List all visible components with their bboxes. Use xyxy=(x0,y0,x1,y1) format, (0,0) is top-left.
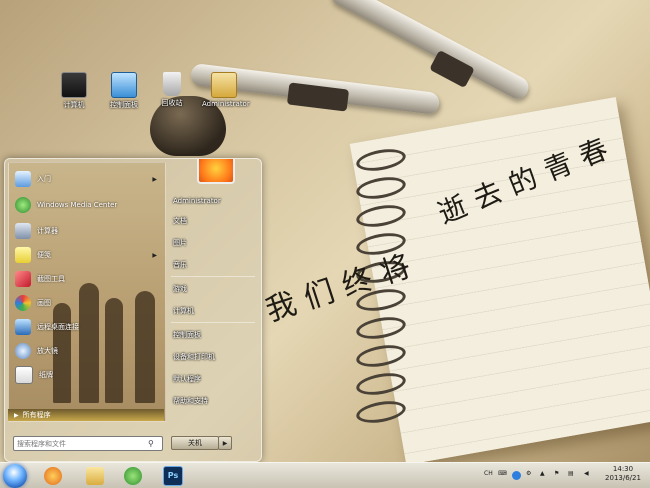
start-link-control-panel[interactable]: 控制面板 xyxy=(173,327,255,343)
start-item-calculator[interactable]: 计算器 xyxy=(11,221,163,241)
solitaire-icon xyxy=(15,366,33,384)
settings-icon[interactable]: ⚙ xyxy=(526,470,531,477)
start-item-label: 放大镜 xyxy=(37,347,58,355)
control-panel-icon xyxy=(111,72,137,98)
start-link-games[interactable]: 游戏 xyxy=(173,281,255,297)
start-menu: 入门 ▶ Windows Media Center 计算器 便笺 ▶ 截图工具 … xyxy=(4,158,262,462)
start-link-default-programs[interactable]: 默认程序 xyxy=(173,371,255,387)
remote-desktop-icon xyxy=(15,319,31,335)
start-item-label: 便笺 xyxy=(37,251,51,259)
all-programs-button[interactable]: ▶ 所有程序 xyxy=(8,409,164,421)
start-user-name[interactable]: Administrator xyxy=(173,193,255,209)
taskbar: Ps CH ⌨ ⚙ ▲ ⚑ ▤ ◀ 14:30 2013/6/21 xyxy=(0,462,650,488)
start-item-solitaire[interactable]: 纸牌 xyxy=(11,365,163,385)
start-link-music[interactable]: 音乐 xyxy=(173,257,255,273)
start-menu-separator xyxy=(171,322,255,323)
start-item-label: 纸牌 xyxy=(39,371,53,379)
start-item-magnifier[interactable]: 放大镜 xyxy=(11,341,163,361)
desktop-icon-label: 计算机 xyxy=(63,101,85,109)
user-folder-icon xyxy=(211,72,237,98)
media-player-icon xyxy=(44,466,62,485)
language-indicator[interactable]: CH xyxy=(484,470,493,477)
desktop-icon-recycle-bin[interactable]: 回收站 xyxy=(150,72,194,108)
start-item-paint[interactable]: 画图 xyxy=(11,293,163,313)
getting-started-icon xyxy=(15,171,31,187)
submenu-arrow-icon: ▶ xyxy=(152,251,157,259)
start-menu-programs-pane: 入门 ▶ Windows Media Center 计算器 便笺 ▶ 截图工具 … xyxy=(8,162,166,422)
start-item-media-center[interactable]: Windows Media Center xyxy=(11,195,163,215)
start-search-box[interactable]: ⚲ xyxy=(13,436,163,451)
action-center-icon[interactable]: ⚑ xyxy=(554,470,559,477)
clock-time: 14:30 xyxy=(612,465,634,473)
snipping-tool-icon xyxy=(15,271,31,287)
computer-icon xyxy=(61,72,87,98)
taskbar-clock[interactable]: 14:30 2013/6/21 xyxy=(604,465,642,483)
start-link-help-support[interactable]: 帮助和支持 xyxy=(173,393,255,409)
ime-icon[interactable]: ⌨ xyxy=(498,470,507,477)
start-item-remote-desktop[interactable]: 远程桌面连接 xyxy=(11,317,163,337)
all-programs-arrow-icon: ▶ xyxy=(14,411,19,419)
taskbar-explorer[interactable] xyxy=(80,464,110,487)
desktop-icon-label: 控制面板 xyxy=(110,101,138,109)
start-item-label: 截图工具 xyxy=(37,275,65,283)
taskbar-photoshop[interactable]: Ps xyxy=(158,464,188,487)
clock-date: 2013/6/21 xyxy=(605,474,641,482)
submenu-arrow-icon: ▶ xyxy=(152,175,157,183)
desktop-icon-control-panel[interactable]: 控制面板 xyxy=(102,72,146,110)
all-programs-label: 所有程序 xyxy=(22,411,51,419)
taskbar-internet-explorer[interactable] xyxy=(118,464,148,487)
taskbar-media-player[interactable] xyxy=(38,464,68,487)
start-item-label: 入门 xyxy=(37,175,51,183)
sticky-notes-icon xyxy=(15,247,31,263)
start-menu-separator xyxy=(171,276,255,277)
media-center-icon xyxy=(15,197,31,213)
start-item-label: 远程桌面连接 xyxy=(37,323,79,331)
shutdown-options-button[interactable]: ▶ xyxy=(218,436,232,450)
search-icon[interactable]: ⚲ xyxy=(148,439,154,448)
start-item-label: 画图 xyxy=(37,299,51,307)
user-avatar[interactable] xyxy=(197,159,235,184)
magnifier-icon xyxy=(15,343,31,359)
folder-icon xyxy=(86,466,104,485)
shutdown-button[interactable]: 关机 xyxy=(171,436,219,450)
start-search-input[interactable] xyxy=(14,438,148,449)
start-button[interactable] xyxy=(3,464,27,488)
help-icon[interactable] xyxy=(512,471,521,480)
desktop-icon-label: 回收站 xyxy=(161,99,183,107)
start-link-pictures[interactable]: 图片 xyxy=(173,235,255,251)
start-item-label: 计算器 xyxy=(37,227,58,235)
start-item-label: Windows Media Center xyxy=(37,201,118,209)
start-link-devices-printers[interactable]: 设备和打印机 xyxy=(173,349,255,365)
recycle-bin-icon xyxy=(163,72,181,96)
ie-icon xyxy=(124,466,142,485)
photoshop-icon: Ps xyxy=(163,465,183,486)
paint-icon xyxy=(15,295,31,311)
desktop-icon-label: Administrator xyxy=(202,100,250,108)
network-icon[interactable]: ▤ xyxy=(568,470,574,477)
start-link-documents[interactable]: 文档 xyxy=(173,213,255,229)
start-item-sticky-notes[interactable]: 便笺 ▶ xyxy=(11,245,163,265)
calculator-icon xyxy=(15,223,31,239)
start-item-snipping-tool[interactable]: 截图工具 xyxy=(11,269,163,289)
start-link-computer[interactable]: 计算机 xyxy=(173,303,255,319)
tray-overflow-icon[interactable]: ▲ xyxy=(540,470,545,477)
desktop-icon-computer[interactable]: 计算机 xyxy=(52,72,96,110)
start-item-getting-started[interactable]: 入门 ▶ xyxy=(11,169,163,189)
desktop-icon-administrator[interactable]: Administrator xyxy=(202,72,250,108)
volume-icon[interactable]: ◀ xyxy=(584,470,589,477)
